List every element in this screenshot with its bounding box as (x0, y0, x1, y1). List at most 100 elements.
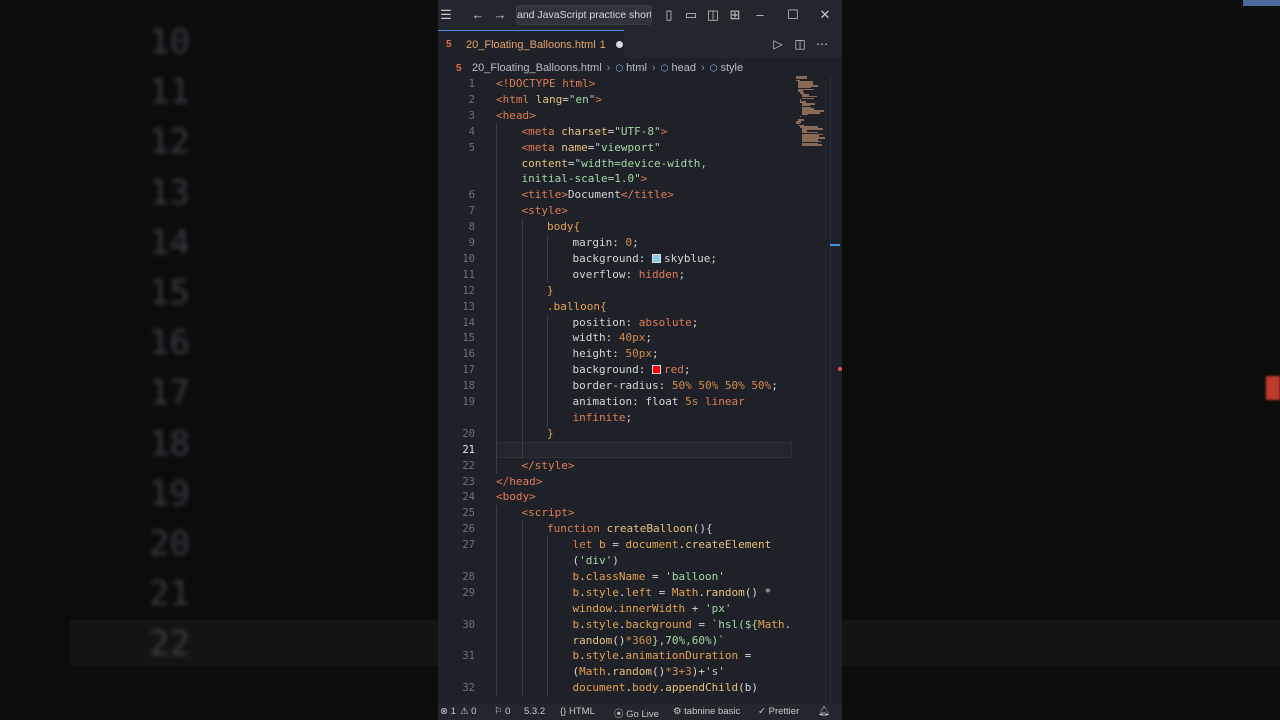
background-line-number: 19 (149, 473, 190, 514)
prettier-status[interactable]: ✓ Prettier (758, 706, 799, 717)
language-mode[interactable]: {} HTML (560, 706, 595, 717)
forward-arrow-icon[interactable]: → (492, 7, 508, 23)
code-token: > (640, 172, 648, 186)
code-line[interactable]: 2 <html lang="en"> (438, 92, 842, 108)
code-line[interactable]: 13 .balloon{ (438, 298, 842, 315)
breadcrumb-file[interactable]: 20_Floating_Balloons.html (472, 62, 602, 74)
code-line[interactable]: window.innerWidth + 'px' (438, 600, 842, 617)
code-line[interactable]: 18 border-radius: 50% 50% 50% 50%; (438, 378, 842, 395)
color-swatch[interactable] (651, 253, 661, 263)
code-token: background: (572, 251, 652, 265)
code-line[interactable]: 8 body{ (438, 219, 842, 236)
breadcrumb-item-style[interactable]: style (721, 62, 744, 74)
code-text: document.body.appendChild(b) (573, 680, 758, 696)
code-line[interactable]: 15 width: 40px; (438, 330, 842, 347)
breadcrumb-item-html[interactable]: html (626, 62, 647, 74)
background-line-number: 21 (149, 574, 190, 615)
run-icon[interactable]: ▷ (770, 36, 786, 52)
command-center-search[interactable]: and JavaScript practice shorts (516, 5, 652, 25)
error-count[interactable]: ⊗ 1 (440, 706, 456, 717)
background-line-number: 15 (149, 273, 190, 313)
indent-guide (496, 616, 497, 633)
vertical-scrollbar[interactable] (830, 76, 842, 704)
notifications-bell-icon[interactable]: 🔔︎ (818, 706, 830, 717)
ports-indicator[interactable]: ⚐ 0 (494, 706, 510, 717)
line-number: 28 (462, 570, 475, 583)
indent-guide (521, 409, 523, 426)
indent-guide (496, 521, 497, 538)
code-line[interactable]: 9 margin: 0; (438, 235, 842, 251)
warning-count[interactable]: ⚠ 0 (460, 706, 476, 717)
code-token: ; (771, 379, 778, 393)
tabnine-status[interactable]: ⚙ tabnine basic (673, 706, 740, 717)
code-line[interactable]: 5 <meta name="viewport" (438, 139, 842, 156)
code-line[interactable]: 1 <!DOCTYPE html> (438, 76, 842, 92)
code-token: border-radius: (572, 379, 672, 393)
code-token: . (618, 585, 626, 599)
minimize-icon[interactable]: – (752, 7, 768, 23)
line-number: 29 (462, 586, 475, 599)
code-line[interactable]: 32 document.body.appendChild(b) (438, 680, 842, 697)
code-line[interactable]: 23 </head> (438, 474, 842, 490)
code-line[interactable]: 31 b.style.animationDuration = (438, 648, 842, 665)
minimap[interactable] (796, 76, 828, 146)
code-line[interactable]: 27 let b = document.createElement (438, 537, 842, 554)
code-line[interactable]: 26 function createBalloon(){ (438, 521, 842, 538)
code-line[interactable]: 24 <body> (438, 489, 842, 505)
code-token: } (547, 426, 554, 440)
code-line[interactable]: 29 b.style.left = Math.random() * (438, 584, 842, 601)
split-editor-icon[interactable]: ◫ (792, 36, 808, 52)
code-line[interactable]: 12} (438, 282, 842, 299)
code-line[interactable]: 19 animation: float 5s linear (438, 394, 842, 410)
background-code-line: 12 (70, 122, 230, 162)
customize-layout-icon[interactable]: ⊞ (727, 7, 743, 23)
code-line[interactable]: initial-scale=1.0"> (438, 171, 842, 188)
code-line[interactable]: ('div') (438, 553, 842, 569)
code-line[interactable]: random()*360},70%,60%)` (438, 632, 842, 649)
code-line[interactable]: 14 position: absolute; (438, 314, 842, 331)
code-line[interactable]: 16 height: 50px; (438, 346, 842, 363)
toggle-sidebar-icon[interactable]: ▯ (661, 7, 677, 23)
maximize-icon[interactable]: ☐ (785, 7, 801, 23)
version-indicator[interactable]: 5.3.2 (524, 706, 545, 717)
menu-icon[interactable]: ☰ (438, 7, 454, 23)
toggle-secondary-sidebar-icon[interactable]: ◫ (705, 7, 721, 23)
code-line[interactable]: content="width=device-width, (438, 155, 842, 172)
code-line[interactable]: (Math.random()*3+3)+'s' (438, 664, 842, 681)
code-line[interactable]: 10 background: skyblue; (438, 250, 842, 267)
unsaved-dot-icon[interactable] (615, 41, 623, 48)
code-line[interactable]: 11 overflow: hidden; (438, 266, 842, 283)
editor-tab[interactable]: 5 20_Floating_Balloons.html 1 (438, 30, 624, 58)
toggle-panel-icon[interactable]: ▭ (683, 7, 699, 23)
code-editor[interactable]: 1 <!DOCTYPE html> 2 <html lang="en"> 3 <head>… (438, 76, 842, 704)
indent-guide (521, 537, 523, 554)
code-line[interactable]: 20} (438, 425, 842, 442)
indent-guide (496, 378, 497, 395)
line-number: 18 (462, 380, 475, 393)
go-live-button[interactable]: ⦿ Go Live (614, 706, 659, 720)
code-token: 50% 50% 50% 50% (671, 379, 772, 393)
close-icon[interactable]: ✕ (817, 7, 833, 23)
back-arrow-icon[interactable]: ← (470, 7, 486, 23)
code-line[interactable]: 7 <style> (438, 203, 842, 220)
code-line[interactable]: 6 <title>Document</title> (438, 187, 842, 204)
indent-guide (547, 266, 548, 283)
indent-guide (496, 187, 497, 204)
code-line[interactable]: 28 b.className = 'balloon' (438, 568, 842, 585)
code-line[interactable]: 17 background: red; (438, 362, 842, 379)
code-line[interactable]: 21 (438, 441, 842, 458)
background-code-line: 17 (70, 373, 230, 413)
code-line[interactable]: 30 b.style.background = `hsl(${Math. (438, 616, 842, 633)
code-line[interactable]: 25 <script> (438, 505, 842, 522)
color-swatch[interactable] (651, 365, 661, 375)
code-token: (){ (692, 522, 713, 536)
code-token: *360 (625, 633, 653, 647)
breadcrumb-item-head[interactable]: head (671, 62, 695, 74)
more-actions-icon[interactable]: ⋯ (814, 36, 830, 52)
code-line[interactable]: infinite; (438, 409, 842, 426)
code-line[interactable]: 22 </style> (438, 457, 842, 474)
indent-guide (496, 155, 497, 172)
code-token: <script> (521, 506, 575, 520)
code-line[interactable]: 3 <head> (438, 108, 842, 124)
code-line[interactable]: 4 <meta charset="UTF-8"> (438, 123, 842, 140)
